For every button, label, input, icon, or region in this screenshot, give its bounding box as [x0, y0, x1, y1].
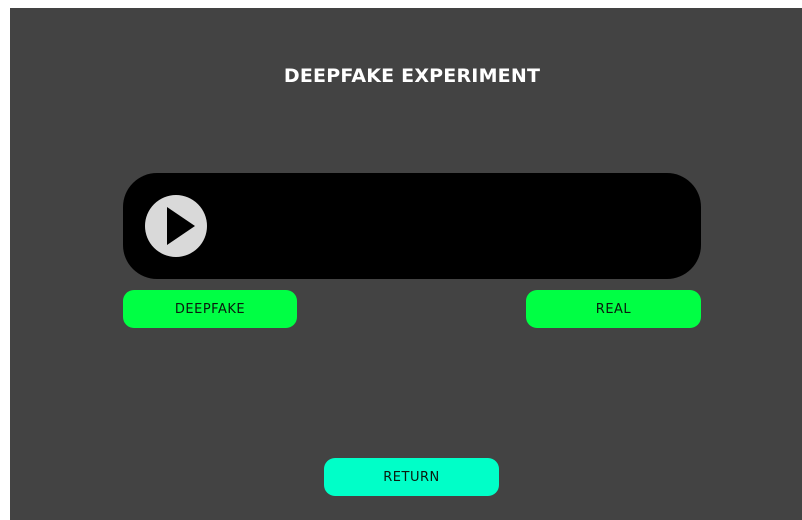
real-button[interactable]: REAL: [526, 290, 701, 328]
deepfake-button[interactable]: DEEPFAKE: [123, 290, 297, 328]
play-button[interactable]: [145, 195, 207, 257]
video-player[interactable]: [123, 173, 701, 279]
page-title: DEEPFAKE EXPERIMENT: [283, 65, 541, 87]
experiment-screen: DEEPFAKE EXPERIMENT DEEPFAKE REAL RETURN: [10, 8, 802, 520]
return-button[interactable]: RETURN: [324, 458, 499, 496]
play-circle-icon: [145, 195, 207, 257]
